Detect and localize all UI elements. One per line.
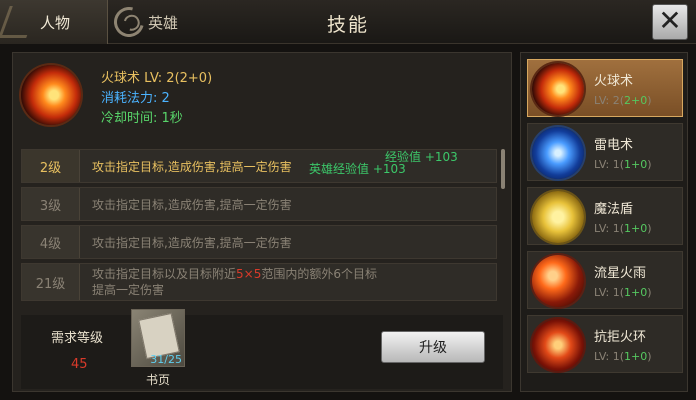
upgrade-area: 需求等级 45 31/25 书页 升级 bbox=[21, 309, 503, 389]
fire-ring-icon bbox=[532, 319, 584, 371]
skill-name-level: 火球术 LV: 2(2+0) bbox=[101, 71, 213, 86]
level-desc-range: 5×5 bbox=[236, 267, 262, 281]
hero-swirl-icon bbox=[108, 1, 150, 43]
level-desc: 攻击指定目标以及目标附近5×5范围内的额外6个目标 提高一定伤害 bbox=[80, 266, 377, 298]
level-desc-prefix: 攻击指定目标以及目标附近 bbox=[92, 267, 237, 281]
skill-name: 雷电术 bbox=[594, 138, 634, 153]
level-row: 2级 攻击指定目标,造成伤害,提高一定伤害 bbox=[21, 149, 497, 183]
level-row: 3级 攻击指定目标,造成伤害,提高一定伤害 bbox=[21, 187, 497, 221]
skill-item-magic-shield[interactable]: 魔法盾 LV: 1(1+0) bbox=[527, 187, 683, 245]
required-level-value: 45 bbox=[71, 357, 88, 372]
skill-level: LV: 1(1+0) bbox=[594, 350, 652, 363]
level-label: 4级 bbox=[22, 226, 80, 258]
skill-list: 火球术 LV: 2(2+0) 雷电术 LV: 1(1+0) 魔法盾 LV: 1(… bbox=[520, 52, 688, 392]
level-row: 4级 攻击指定目标,造成伤害,提高一定伤害 bbox=[21, 225, 497, 259]
skill-name: 火球术 bbox=[594, 74, 634, 89]
skill-name: 抗拒火环 bbox=[594, 330, 647, 345]
skill-item-fireball[interactable]: 火球术 LV: 2(2+0) bbox=[527, 59, 683, 117]
top-bar: 人物 英雄 技能 ✕ bbox=[0, 0, 696, 44]
character-tab-icon bbox=[0, 6, 38, 38]
skill-name: 魔法盾 bbox=[594, 202, 634, 217]
level-label: 2级 bbox=[22, 150, 80, 182]
upgrade-button[interactable]: 升级 bbox=[381, 331, 485, 363]
fireball-icon bbox=[21, 65, 81, 125]
tab-character-label: 人物 bbox=[40, 13, 71, 32]
close-button[interactable]: ✕ bbox=[652, 4, 688, 40]
tab-hero-label: 英雄 bbox=[148, 13, 179, 32]
meteor-icon bbox=[532, 255, 584, 307]
level-desc-line2: 提高一定伤害 bbox=[92, 283, 165, 297]
skill-level: LV: 1(1+0) bbox=[594, 158, 652, 171]
fireball-icon bbox=[532, 63, 584, 115]
tab-hero[interactable]: 英雄 bbox=[108, 0, 212, 44]
level-list-scrollbar[interactable] bbox=[501, 149, 505, 189]
level-desc: 攻击指定目标,造成伤害,提高一定伤害 bbox=[92, 197, 292, 212]
skill-level: LV: 1(1+0) bbox=[594, 222, 652, 235]
book-page-count: 31/25 bbox=[150, 353, 182, 366]
level-desc: 攻击指定目标,造成伤害,提高一定伤害 bbox=[92, 159, 292, 174]
skill-mana-cost: 消耗法力: 2 bbox=[101, 91, 170, 106]
skill-name: 流星火雨 bbox=[594, 266, 647, 281]
skill-item-meteor[interactable]: 流星火雨 LV: 1(1+0) bbox=[527, 251, 683, 309]
book-page-item[interactable]: 31/25 bbox=[131, 309, 185, 367]
level-desc: 攻击指定目标,造成伤害,提高一定伤害 bbox=[92, 235, 292, 250]
level-row: 21级 攻击指定目标以及目标附近5×5范围内的额外6个目标 提高一定伤害 bbox=[21, 263, 497, 301]
close-icon: ✕ bbox=[658, 4, 682, 37]
skill-detail-panel: 火球术 LV: 2(2+0) 消耗法力: 2 冷却时间: 1秒 2级 攻击指定目… bbox=[12, 52, 512, 392]
skill-item-thunder[interactable]: 雷电术 LV: 1(1+0) bbox=[527, 123, 683, 181]
skill-item-fire-ring[interactable]: 抗拒火环 LV: 1(1+0) bbox=[527, 315, 683, 373]
skill-header: 火球术 LV: 2(2+0) 消耗法力: 2 冷却时间: 1秒 bbox=[21, 63, 501, 133]
skill-level: LV: 1(1+0) bbox=[594, 286, 652, 299]
thunder-icon bbox=[532, 127, 584, 179]
level-label: 21级 bbox=[22, 264, 80, 300]
magic-shield-icon bbox=[532, 191, 584, 243]
level-desc-suffix: 范围内的额外6个目标 bbox=[261, 267, 377, 281]
book-page-label: 书页 bbox=[145, 373, 170, 387]
level-label: 3级 bbox=[22, 188, 80, 220]
tab-character[interactable]: 人物 bbox=[0, 0, 108, 44]
skill-cooldown: 冷却时间: 1秒 bbox=[101, 111, 183, 126]
skill-level: LV: 2(2+0) bbox=[594, 94, 652, 107]
required-level-label: 需求等级 bbox=[51, 331, 104, 346]
